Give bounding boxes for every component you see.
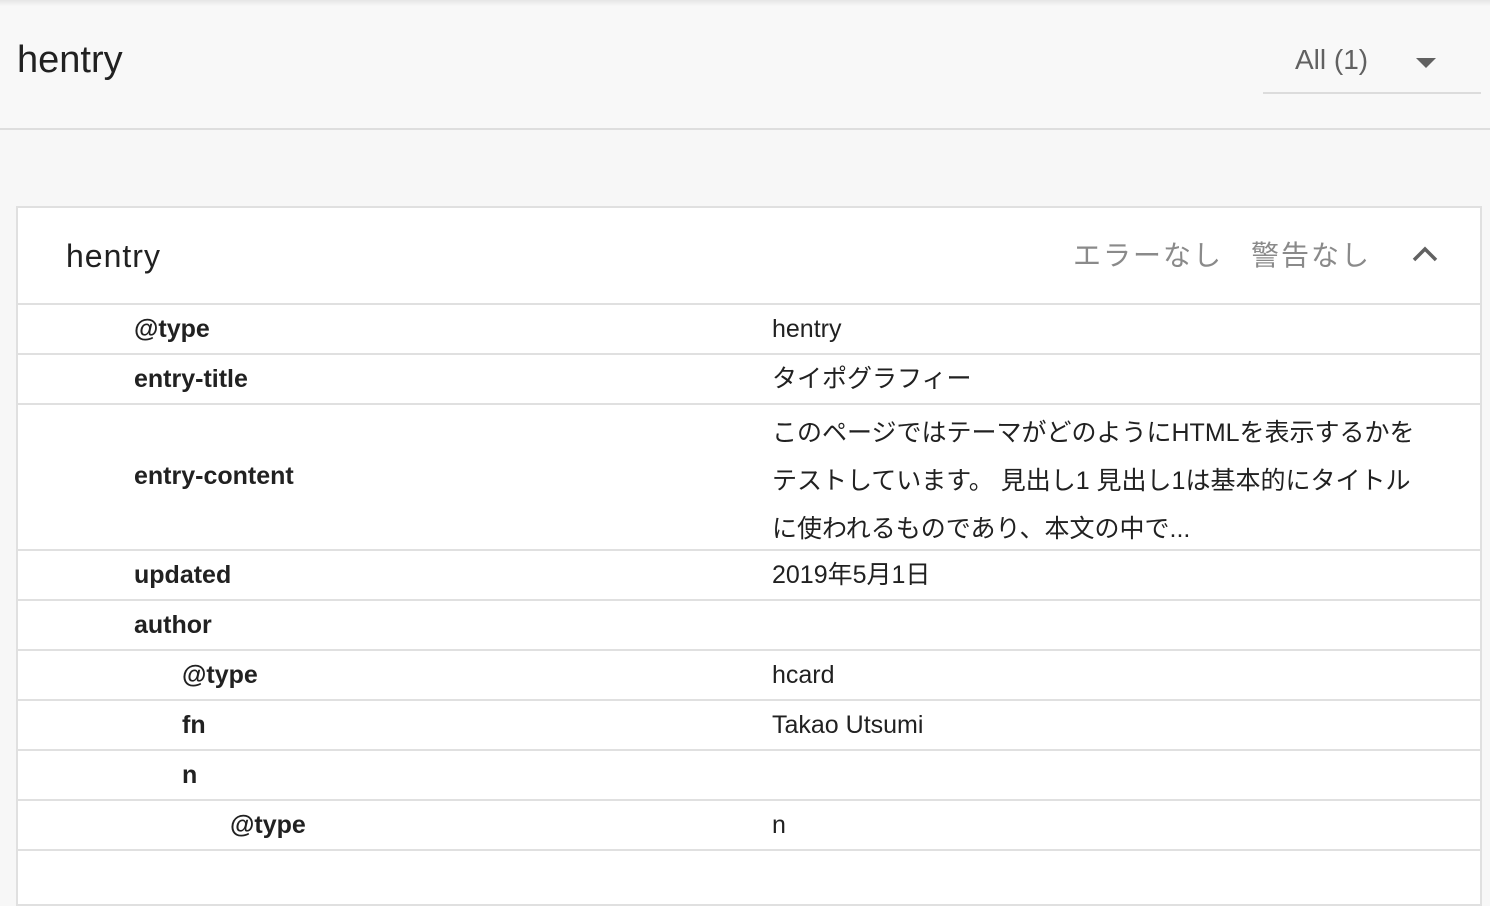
property-key: author <box>134 611 212 639</box>
property-value: 2019年5月1日 <box>772 561 931 589</box>
property-row: @type hcard <box>18 651 1480 701</box>
property-key: updated <box>134 561 232 589</box>
top-shadow <box>0 0 1490 6</box>
dropdown-arrow-icon <box>1416 58 1436 68</box>
property-value: hcard <box>772 661 835 689</box>
top-bar: hentry All (1) <box>0 0 1490 130</box>
property-value: hentry <box>772 315 842 343</box>
property-value: Takao Utsumi <box>772 711 924 739</box>
property-row: author <box>18 601 1480 651</box>
property-value: このページではテーマがどのようにHTMLを表示するかをテストしています。 見出し… <box>772 419 1415 543</box>
property-key: @type <box>182 661 258 689</box>
result-card: hentry エラーなし 警告なし @type hentry entry-tit… <box>16 206 1482 906</box>
property-row: @type n <box>18 801 1480 851</box>
property-value: n <box>772 811 786 839</box>
filter-dropdown[interactable]: All (1) <box>1263 30 1481 94</box>
property-row: fn Takao Utsumi <box>18 701 1480 751</box>
property-row: entry-content このページではテーマがどのようにHTMLを表示するか… <box>18 405 1480 551</box>
page-title: hentry <box>17 39 123 81</box>
property-key: @type <box>134 315 210 343</box>
property-key: n <box>182 761 198 789</box>
warning-status: 警告なし <box>1251 240 1372 271</box>
property-key: entry-title <box>134 365 248 393</box>
property-value: タイポグラフィー <box>772 365 972 393</box>
property-row: @type hentry <box>18 305 1480 355</box>
property-row: n <box>18 751 1480 801</box>
chevron-up-icon[interactable] <box>1408 238 1442 272</box>
property-key: @type <box>230 811 306 839</box>
property-row: updated 2019年5月1日 <box>18 551 1480 601</box>
property-key: entry-content <box>134 462 294 490</box>
property-row: entry-title タイポグラフィー <box>18 355 1480 405</box>
card-header[interactable]: hentry エラーなし 警告なし <box>18 208 1480 305</box>
card-title: hentry <box>66 238 161 274</box>
filter-selected-label: All (1) <box>1295 44 1369 75</box>
error-status: エラーなし <box>1073 240 1224 271</box>
property-key: fn <box>182 711 206 739</box>
